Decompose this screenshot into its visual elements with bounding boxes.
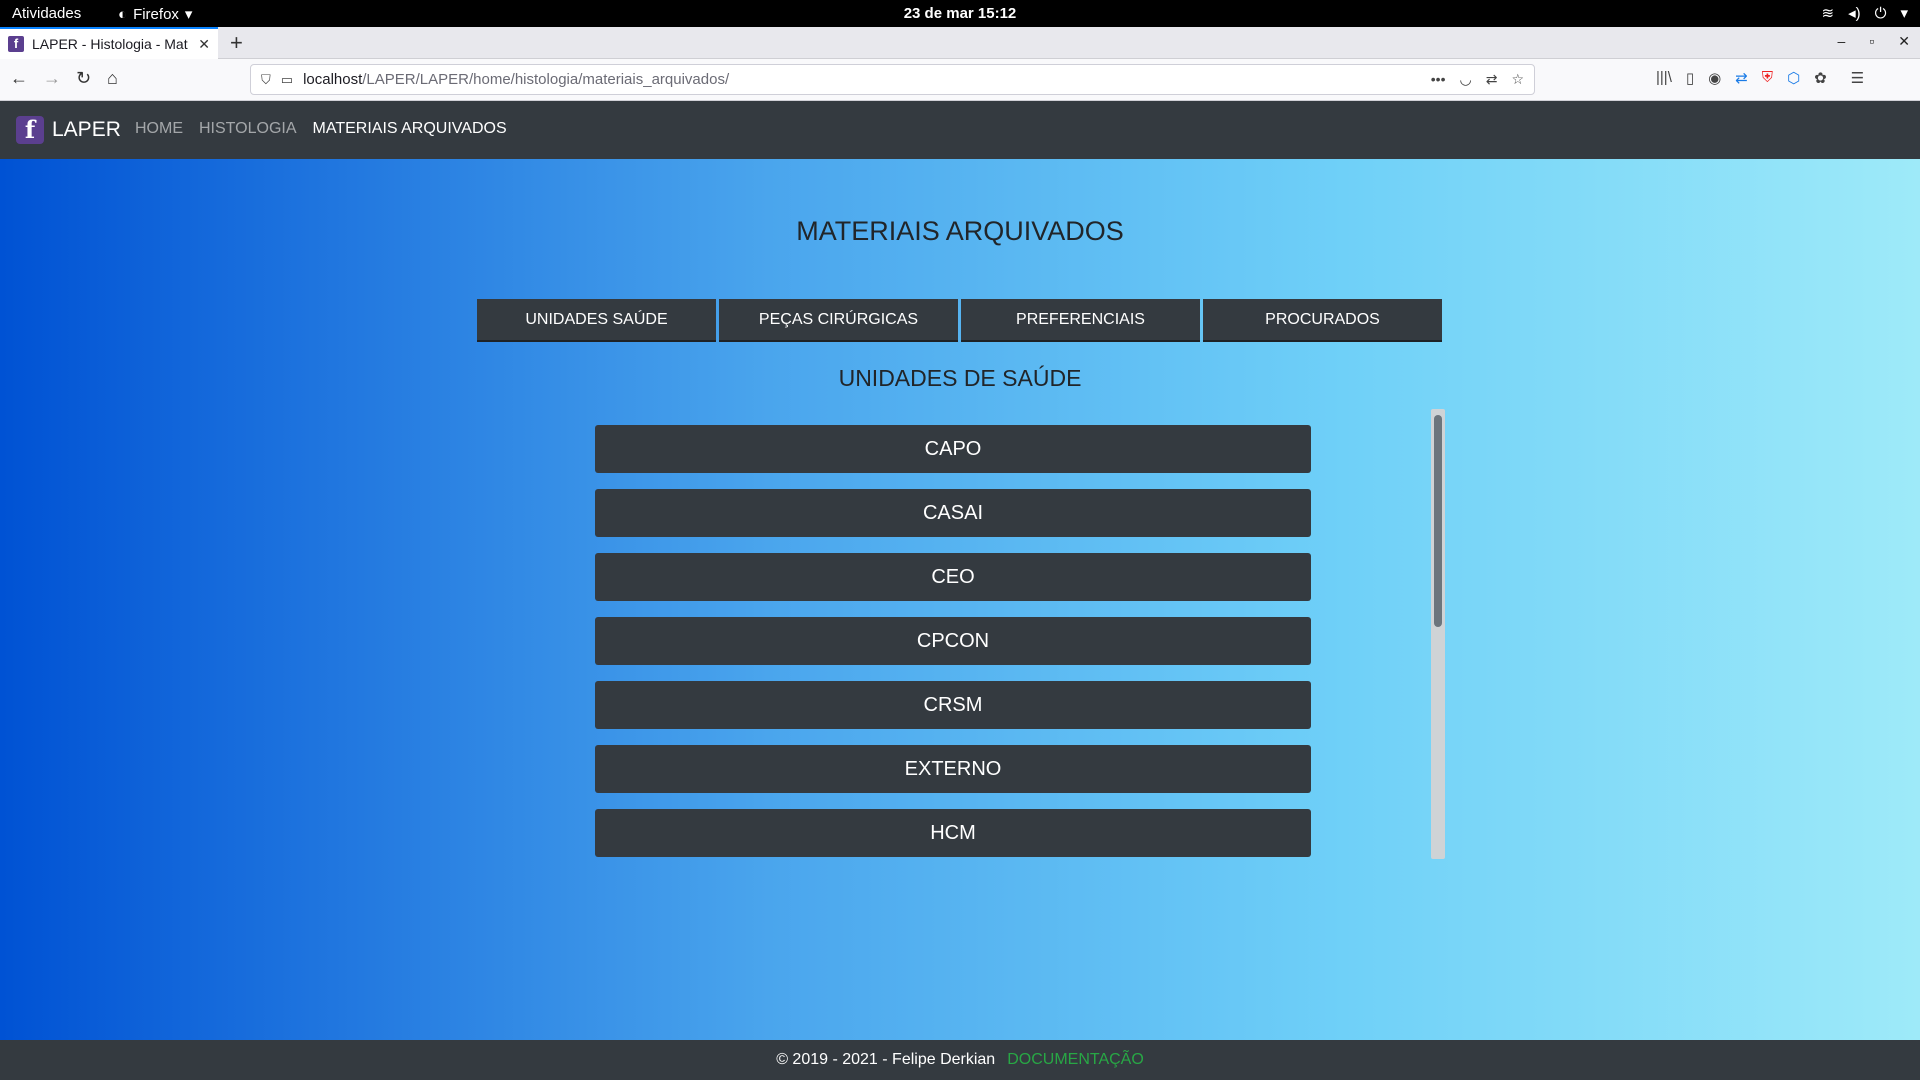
- url-path: /LAPER/LAPER/home/histologia/materiais_a…: [362, 71, 730, 88]
- unit-button-hcm[interactable]: HCM: [595, 809, 1311, 857]
- units-list: CAPO CASAI CEO CPCON CRSM EXTERNO HCM: [595, 425, 1311, 859]
- category-tabs: UNIDADES SAÚDE PEÇAS CIRÚRGICAS PREFEREN…: [477, 299, 1442, 342]
- site-brand[interactable]: f LAPER: [16, 116, 121, 144]
- tab-procurados[interactable]: PROCURADOS: [1203, 299, 1442, 342]
- back-button[interactable]: ←: [10, 68, 28, 89]
- documentation-link[interactable]: DOCUMENTAÇÃO: [1007, 1051, 1144, 1069]
- url-host: localhost: [303, 71, 363, 88]
- site-nav-links: HOME HISTOLOGIA MATERIAIS ARQUIVADOS: [135, 120, 507, 138]
- tab-unidades-saude[interactable]: UNIDADES SAÚDE: [477, 299, 716, 342]
- unit-button-cpcon[interactable]: CPCON: [595, 617, 1311, 665]
- bookmark-star-icon[interactable]: ☆: [1511, 71, 1524, 88]
- minimize-button[interactable]: –: [1838, 33, 1846, 50]
- home-button[interactable]: ⌂: [107, 68, 118, 89]
- library-icon[interactable]: |||\: [1656, 69, 1672, 87]
- forward-button[interactable]: →: [43, 68, 61, 89]
- main-content: MATERIAIS ARQUIVADOS UNIDADES SAÚDE PEÇA…: [0, 159, 1920, 1040]
- close-icon[interactable]: ✕: [198, 36, 210, 53]
- unit-button-capo[interactable]: CAPO: [595, 425, 1311, 473]
- browser-tab-strip: f LAPER - Histologia - Mat ✕ + – ▫ ✕: [0, 27, 1920, 59]
- browser-nav-bar: ← → ↻ ⌂ ⛉ ▭ localhost/LAPER/LAPER/home/h…: [0, 59, 1920, 101]
- tab-title: LAPER - Histologia - Mat: [32, 36, 188, 52]
- tab-pecas-cirurgicas[interactable]: PEÇAS CIRÚRGICAS: [719, 299, 958, 342]
- toolbar-icons: |||\ ▯ ◉ ⇄ ⛨ ⬡ ✿ ☰: [1656, 69, 1864, 87]
- extension-hexagon-icon[interactable]: ⬡: [1787, 69, 1800, 87]
- site-favicon-icon: f: [8, 36, 24, 52]
- url-bar[interactable]: ⛉ ▭ localhost/LAPER/LAPER/home/histologi…: [250, 64, 1535, 95]
- power-icon: ⏻: [1874, 4, 1887, 22]
- color-extension-icon[interactable]: ✿: [1814, 69, 1827, 87]
- chevron-down-icon: ▾: [1900, 5, 1908, 22]
- page-title: MATERIAIS ARQUIVADOS: [796, 216, 1124, 246]
- translate-icon[interactable]: ⇄: [1486, 71, 1498, 88]
- units-scroll-area: CAPO CASAI CEO CPCON CRSM EXTERNO HCM: [595, 409, 1445, 859]
- section-title: UNIDADES DE SAÚDE: [838, 365, 1082, 391]
- brand-name: LAPER: [52, 118, 121, 141]
- close-window-button[interactable]: ✕: [1898, 33, 1910, 50]
- reload-button[interactable]: ↻: [76, 68, 91, 89]
- sidebar-icon[interactable]: ▯: [1686, 69, 1694, 87]
- unit-button-ceo[interactable]: CEO: [595, 553, 1311, 601]
- wifi-icon: ≋: [1821, 5, 1835, 22]
- url-actions: ••• ◡ ⇄ ☆: [1431, 71, 1524, 88]
- system-top-bar: Atividades ◐ Firefox ▾ 23 de mar 15:12 ≋…: [0, 0, 1920, 27]
- new-tab-button[interactable]: +: [230, 30, 243, 56]
- browser-tab-active[interactable]: f LAPER - Histologia - Mat ✕: [0, 27, 218, 59]
- more-actions-icon[interactable]: •••: [1431, 71, 1446, 88]
- volume-icon: ◂): [1848, 5, 1861, 22]
- footer-copyright: © 2019 - 2021 - Felipe Derkian: [776, 1051, 996, 1068]
- nav-link-home[interactable]: HOME: [135, 120, 183, 138]
- system-tray[interactable]: ≋ ◂) ⏻ ▾: [1821, 4, 1908, 23]
- site-navbar: f LAPER HOME HISTOLOGIA MATERIAIS ARQUIV…: [0, 101, 1920, 159]
- maximize-button[interactable]: ▫: [1869, 33, 1874, 50]
- unit-button-externo[interactable]: EXTERNO: [595, 745, 1311, 793]
- translate-extension-icon[interactable]: ⇄: [1735, 69, 1748, 87]
- ublock-shield-icon[interactable]: ⛨: [1762, 69, 1773, 87]
- nav-link-materiais-arquivados[interactable]: MATERIAIS ARQUIVADOS: [313, 120, 507, 138]
- tab-preferenciais[interactable]: PREFERENCIAIS: [961, 299, 1200, 342]
- account-icon[interactable]: ◉: [1708, 69, 1721, 87]
- shield-icon[interactable]: ⛉: [261, 72, 271, 88]
- nav-link-histologia[interactable]: HISTOLOGIA: [199, 120, 297, 138]
- clock[interactable]: 23 de mar 15:12: [0, 5, 1920, 22]
- window-controls: – ▫ ✕: [1838, 33, 1911, 50]
- scrollbar[interactable]: [1431, 409, 1445, 859]
- laper-logo-icon: f: [16, 116, 44, 144]
- scrollbar-thumb[interactable]: [1434, 415, 1442, 627]
- site-footer: © 2019 - 2021 - Felipe Derkian DOCUMENTA…: [0, 1040, 1920, 1080]
- unit-button-casai[interactable]: CASAI: [595, 489, 1311, 537]
- hamburger-menu-icon[interactable]: ☰: [1851, 69, 1864, 87]
- unit-button-crsm[interactable]: CRSM: [595, 681, 1311, 729]
- page-info-icon[interactable]: ▭: [281, 72, 293, 88]
- pocket-icon[interactable]: ◡: [1459, 71, 1471, 88]
